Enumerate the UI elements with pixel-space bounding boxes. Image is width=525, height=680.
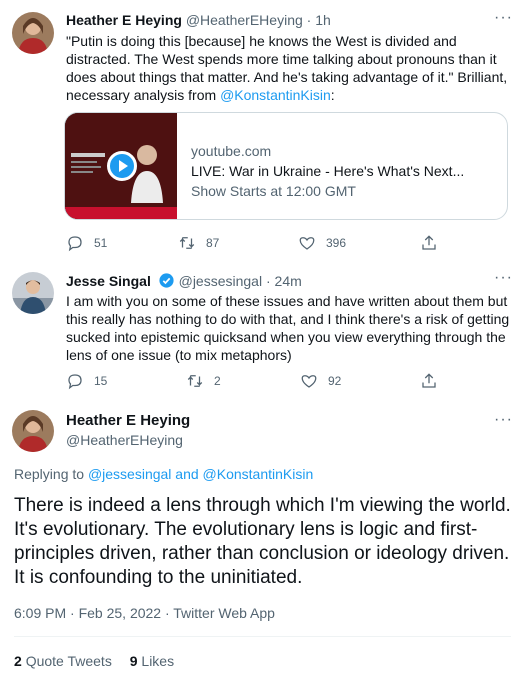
retweet-button[interactable]: 2 xyxy=(186,372,221,390)
retweet-icon xyxy=(187,375,203,387)
retweet-count: 2 xyxy=(214,374,221,388)
tweet-text: I am with you on some of these issues an… xyxy=(66,293,510,363)
tweet-time[interactable]: 1h xyxy=(315,12,331,28)
more-icon[interactable]: ··· xyxy=(494,9,513,27)
replying-to-label: Replying to xyxy=(14,466,88,482)
main-author-handle[interactable]: @HeatherEHeying xyxy=(66,432,183,448)
reply-icon xyxy=(68,374,82,390)
like-button[interactable]: 396 xyxy=(298,234,346,252)
author-handle[interactable]: @jessesingal xyxy=(179,273,262,289)
like-icon xyxy=(301,375,317,388)
retweet-icon xyxy=(179,237,195,249)
replying-to-mentions[interactable]: @jessesingal and @KonstantinKisin xyxy=(88,466,313,482)
share-icon xyxy=(422,235,436,250)
tweet-header: Heather E Heying @HeatherEHeying · 1h xyxy=(66,12,331,28)
retweet-count: 87 xyxy=(206,236,220,250)
author-name[interactable]: Heather E Heying xyxy=(66,12,182,28)
share-button[interactable] xyxy=(420,372,438,390)
verified-icon xyxy=(158,272,175,292)
quote-tweets-link[interactable]: 2 Quote Tweets xyxy=(14,653,112,669)
tweet-heying-1[interactable]: Heather E Heying @HeatherEHeying · 1h ··… xyxy=(0,0,525,260)
more-icon[interactable]: ··· xyxy=(494,269,513,287)
more-icon[interactable]: ··· xyxy=(494,411,513,429)
card-description: Show Starts at 12:00 GMT xyxy=(191,183,356,199)
replying-to: Replying to @jessesingal and @Konstantin… xyxy=(14,466,313,482)
card-info: youtube.com LIVE: War in Ukraine - Here'… xyxy=(191,141,464,201)
like-icon xyxy=(299,237,315,250)
share-button[interactable] xyxy=(420,234,438,252)
like-count: 396 xyxy=(326,236,347,250)
card-domain: youtube.com xyxy=(191,143,272,159)
reply-button[interactable]: 15 xyxy=(66,372,107,390)
quote-count: 2 xyxy=(14,653,22,669)
tweet-header: Jesse Singal @jessesingal · 24m xyxy=(66,272,302,292)
tweet-singal[interactable]: Jesse Singal @jessesingal · 24m ··· I am… xyxy=(0,262,525,402)
author-name[interactable]: Jesse Singal xyxy=(66,273,151,289)
divider xyxy=(14,636,511,637)
play-icon[interactable] xyxy=(107,151,137,181)
separator-dot: · xyxy=(306,12,312,28)
likes-label: Likes xyxy=(141,653,175,669)
mention-link[interactable]: @KonstantinKisin xyxy=(220,87,331,103)
reply-count: 51 xyxy=(94,236,108,250)
link-card[interactable]: youtube.com LIVE: War in Ukraine - Here'… xyxy=(64,112,508,220)
tweet-timestamp[interactable]: 6:09 PM · Feb 25, 2022 · Twitter Web App xyxy=(14,605,275,621)
card-title: LIVE: War in Ukraine - Here's What's Nex… xyxy=(191,163,465,179)
quote-label: Quote Tweets xyxy=(25,653,112,669)
reply-count: 15 xyxy=(94,374,108,388)
reply-button[interactable]: 51 xyxy=(66,234,107,252)
avatar[interactable] xyxy=(12,410,54,452)
avatar[interactable] xyxy=(12,272,54,314)
main-author-name[interactable]: Heather E Heying xyxy=(66,412,190,429)
like-button[interactable]: 92 xyxy=(300,372,341,390)
tweet-text: "Putin is doing this [because] he knows … xyxy=(66,32,512,104)
avatar[interactable] xyxy=(12,12,54,54)
share-icon xyxy=(422,373,436,388)
retweet-button[interactable]: 87 xyxy=(178,234,219,252)
separator-dot: · xyxy=(265,273,271,289)
tweet-time[interactable]: 24m xyxy=(275,273,302,289)
author-handle[interactable]: @HeatherEHeying xyxy=(186,12,303,28)
likes-count: 9 xyxy=(129,653,138,669)
engagement-stats: 2 Quote Tweets 9 Likes xyxy=(14,653,188,669)
reply-icon xyxy=(68,236,82,252)
like-count: 92 xyxy=(328,374,342,388)
tweet-text-suffix: : xyxy=(330,87,335,103)
main-tweet-text: There is indeed a lens through which I'm… xyxy=(14,495,511,588)
likes-link[interactable]: 9 Likes xyxy=(130,653,174,669)
